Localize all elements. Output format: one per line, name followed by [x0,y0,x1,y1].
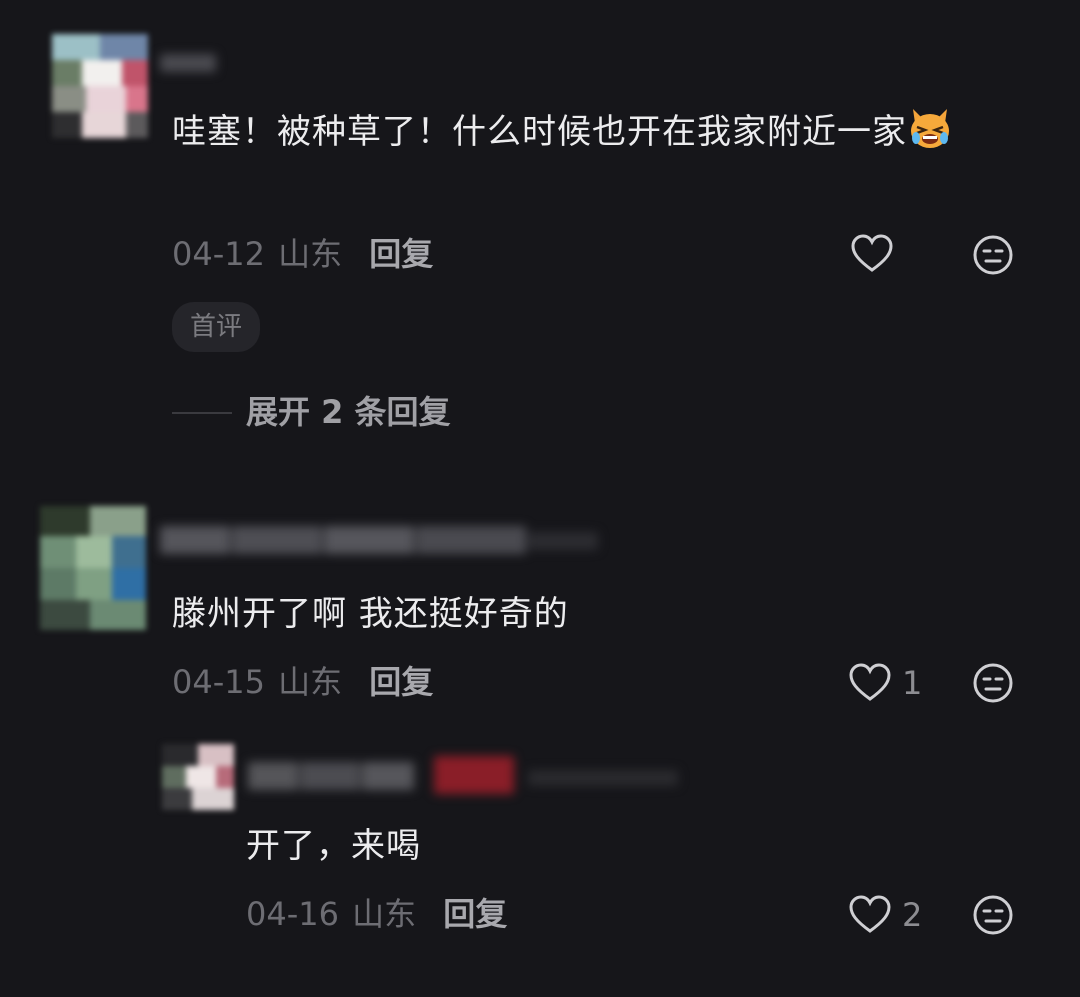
comment-meta: 04-15 山东 回复 [172,662,433,702]
reply-text: 开了，来喝 [246,826,421,866]
like-button[interactable] [850,234,896,276]
dislike-button[interactable] [972,894,1016,938]
reply-button[interactable]: 回复 [369,235,433,273]
dislike-button[interactable] [972,662,1016,706]
username-blurred[interactable] [160,48,220,78]
comment-meta: 04-12 山东 回复 [172,234,433,274]
first-comment-badge: 首评 [172,302,261,352]
dislike-button[interactable] [972,234,1016,278]
reply-button[interactable]: 回复 [369,663,433,701]
comment-date: 04-15 [172,663,265,701]
reply-date: 04-16 [246,895,339,933]
dislike-face-icon [973,895,1013,935]
reply-meta: 04-16 山东 回复 [246,894,507,934]
like-button[interactable]: 2 [848,894,938,936]
comment-text: 哇塞！被种草了！什么时候也开在我家附近一家 [172,104,1032,160]
avatar[interactable] [40,506,146,630]
avatar[interactable] [162,744,234,810]
expand-replies-button[interactable]: 展开 2 条回复 [246,392,451,432]
avatar[interactable] [52,34,148,138]
heart-icon [849,895,891,933]
dislike-face-icon [973,235,1013,275]
like-count: 2 [902,896,923,934]
comment-text: 滕州开了啊 我还挺好奇的 [172,594,569,634]
comment-location: 山东 [278,235,343,273]
username-blurred[interactable] [160,518,600,562]
comment-date: 04-12 [172,235,265,273]
like-count: 1 [902,664,923,702]
dislike-face-icon [973,663,1013,703]
reply-button[interactable]: 回复 [443,895,507,933]
crying-cat-emoji [907,105,953,151]
username-blurred[interactable] [248,752,688,802]
expand-divider [172,412,232,414]
heart-icon [851,234,893,272]
comment-location: 山东 [278,663,343,701]
reply-location: 山东 [352,895,417,933]
heart-icon [849,663,891,701]
like-button[interactable]: 1 [848,662,938,704]
